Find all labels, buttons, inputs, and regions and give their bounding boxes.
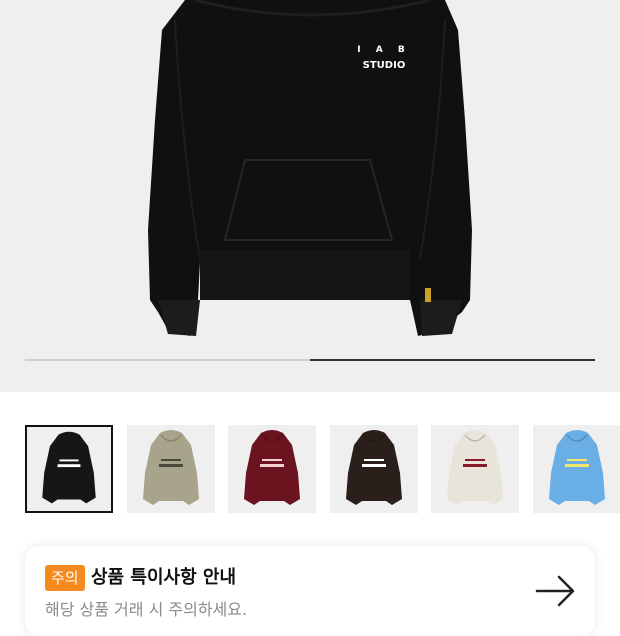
- hoodie-thumbnail-image: [533, 425, 620, 513]
- product-image-carousel[interactable]: I A B STUDIO: [0, 0, 620, 392]
- carousel-progress-fill: [310, 359, 595, 361]
- hoodie-thumbnail-image: [27, 427, 111, 511]
- hoodie-thumbnail-image: [228, 425, 316, 513]
- carousel-progress: [25, 359, 595, 361]
- thumbnail-1[interactable]: [25, 425, 113, 513]
- hoodie-thumbnail-image: [330, 425, 418, 513]
- hoodie-thumbnail-image: [127, 425, 215, 513]
- hoodie-print-line1: I A B: [357, 45, 410, 55]
- hoodie-print-line2: STUDIO: [363, 60, 406, 71]
- notice-title: 상품 특이사항 안내: [91, 565, 236, 591]
- notice-card[interactable]: 주의 상품 특이사항 안내 해당 상품 거래 시 주의하세요.: [25, 546, 595, 636]
- thumbnail-6[interactable]: [533, 425, 620, 513]
- notice-subtitle: 해당 상품 거래 시 주의하세요.: [45, 598, 247, 622]
- hoodie-thumbnail-image: [431, 425, 519, 513]
- notice-badge: 주의: [45, 565, 85, 591]
- thumbnail-2[interactable]: [127, 425, 215, 513]
- thumbnail-5[interactable]: [431, 425, 519, 513]
- arrow-right-icon[interactable]: [535, 574, 577, 608]
- thumbnail-list: [25, 425, 620, 515]
- thumbnail-4[interactable]: [330, 425, 418, 513]
- thumbnail-3[interactable]: [228, 425, 316, 513]
- hoodie-image: I A B STUDIO: [0, 0, 620, 392]
